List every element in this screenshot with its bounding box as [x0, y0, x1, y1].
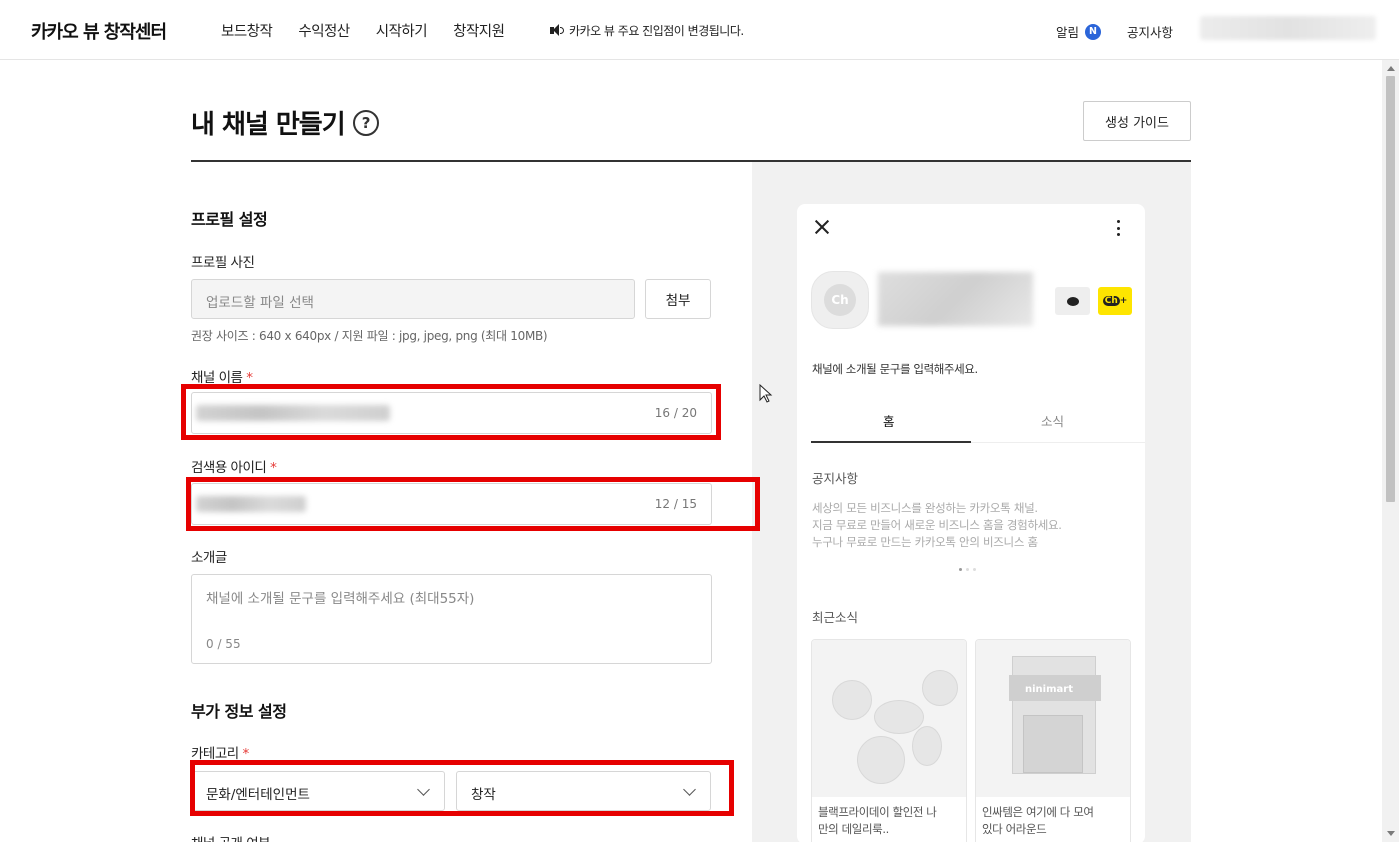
attach-button[interactable]: 첨부: [645, 279, 711, 319]
new-badge: N: [1085, 23, 1102, 40]
required-mark: *: [270, 460, 277, 476]
profile-section-title: 프로필 설정: [191, 210, 268, 229]
intro-label: 소개글: [191, 550, 227, 566]
post-illustration: [812, 640, 966, 797]
search-id-label: 검색용 아이디 *: [191, 456, 277, 476]
add-channel-button: Ch +: [1098, 287, 1132, 315]
alarm-label: 알림: [1056, 25, 1080, 40]
channel-add-icon: Ch: [1102, 296, 1120, 306]
preview-tabs: 홈 소식: [811, 403, 1145, 443]
chat-bubble-icon: [1066, 296, 1079, 306]
top-navigation-bar: 카카오 뷰 창작센터 보드창작 수익정산 시작하기 창작지원 카카오 뷰 주요 …: [0, 0, 1399, 60]
nav-item-revenue[interactable]: 수익정산: [298, 20, 350, 41]
more-options-icon: [1117, 220, 1121, 236]
carousel-dots: [959, 568, 976, 571]
post-caption: 블랙프라이데이 할인전 나 만의 데일리룩..: [812, 797, 966, 842]
chat-button: [1055, 287, 1090, 315]
profile-photo-label: 프로필 사진: [191, 255, 255, 271]
profile-photo-file-input[interactable]: 업로드할 파일 선택: [191, 279, 635, 319]
highlight-box-search-id: [186, 477, 760, 531]
channel-name-blurred: [878, 272, 1033, 326]
help-icon[interactable]: ?: [352, 109, 379, 136]
announcement-banner[interactable]: 카카오 뷰 주요 진입점이 변경됩니다.: [550, 22, 744, 39]
highlight-box-channel-name: [181, 384, 721, 440]
nav-item-support[interactable]: 창작지원: [453, 20, 505, 41]
page-title-text: 내 채널 만들기: [191, 110, 346, 140]
caption-line: 있다 어라운드: [982, 822, 1047, 836]
preview-tab-news: 소식: [1041, 414, 1065, 429]
caption-line: 블랙프라이데이 할인전 나: [818, 805, 937, 819]
alarm-button[interactable]: 알림 N: [1056, 22, 1102, 41]
intro-counter: 0 / 55: [206, 637, 241, 651]
photo-upload-hint: 권장 사이즈 : 640 x 640px / 지원 파일 : jpg, jpeg…: [191, 329, 548, 343]
intro-placeholder: 채널에 소개될 문구를 입력해주세요 (최대55자): [206, 591, 475, 607]
page-scrollbar[interactable]: [1382, 60, 1399, 842]
store-illustration: ninimart: [1009, 656, 1101, 774]
page-title: 내 채널 만들기 ?: [191, 104, 379, 141]
scroll-up-arrow-icon[interactable]: [1387, 66, 1395, 71]
channel-avatar: Ch: [811, 271, 869, 329]
preview-notice-body: 세상의 모든 비즈니스를 완성하는 카카오톡 채널. 지금 무료로 만들어 새로…: [812, 500, 1062, 551]
close-icon: [815, 220, 829, 234]
preview-notice-title: 공지사항: [812, 471, 859, 486]
notice-line: 지금 무료로 만들어 새로운 비즈니스 홈을 경험하세요.: [812, 518, 1062, 532]
nav-item-start[interactable]: 시작하기: [376, 20, 428, 41]
channel-name-label: 채널 이름 *: [191, 366, 253, 386]
highlight-box-category: [190, 760, 734, 816]
user-account-blurred[interactable]: [1200, 16, 1376, 40]
nav-item-board[interactable]: 보드창작: [221, 20, 273, 41]
channel-default-icon: Ch: [824, 284, 856, 316]
recent-post-card: ninimart 인싸템은 여기에 다 모여 있다 어라운드: [975, 639, 1131, 842]
intro-textarea[interactable]: 채널에 소개될 문구를 입력해주세요 (최대55자) 0 / 55: [191, 574, 712, 664]
post-caption: 인싸템은 여기에 다 모여 있다 어라운드: [976, 797, 1130, 842]
store-sign: ninimart: [1025, 684, 1073, 695]
scroll-thumb[interactable]: [1386, 76, 1395, 502]
speaker-icon: [550, 24, 564, 37]
active-tab-indicator: [811, 441, 971, 443]
notice-line: 누구나 무료로 만드는 카카오톡 안의 비즈니스 홈: [812, 535, 1038, 549]
search-id-label-text: 검색용 아이디: [191, 460, 267, 476]
recent-post-card: 블랙프라이데이 할인전 나 만의 데일리룩..: [811, 639, 967, 842]
site-logo[interactable]: 카카오 뷰 창작센터: [31, 18, 167, 44]
mouse-cursor-icon: [759, 384, 773, 403]
preview-intro-text: 채널에 소개될 문구를 입력해주세요.: [812, 362, 978, 376]
main-nav: 보드창작 수익정산 시작하기 창작지원: [221, 20, 505, 41]
visibility-label: 채널 공개 여부: [191, 832, 271, 842]
caption-line: 만의 데일리룩..: [818, 822, 889, 836]
notice-link[interactable]: 공지사항: [1127, 22, 1173, 41]
announcement-text: 카카오 뷰 주요 진입점이 변경됩니다.: [569, 24, 744, 38]
category-label: 카테고리 *: [191, 742, 249, 762]
post-illustration: ninimart: [976, 640, 1130, 797]
scroll-down-arrow-icon[interactable]: [1387, 831, 1395, 836]
caption-line: 인싸템은 여기에 다 모여: [982, 805, 1094, 819]
extra-section-title: 부가 정보 설정: [191, 702, 287, 721]
creation-guide-button[interactable]: 생성 가이드: [1083, 101, 1191, 141]
preview-recent-title: 최근소식: [812, 610, 859, 625]
channel-preview: Ch Ch + 채널에 소개될 문구를 입력해주세요. 홈 소식 공지사항 세상의…: [797, 204, 1145, 842]
preview-tab-home: 홈: [883, 414, 895, 429]
notice-line: 세상의 모든 비즈니스를 완성하는 카카오톡 채널.: [812, 501, 1038, 515]
